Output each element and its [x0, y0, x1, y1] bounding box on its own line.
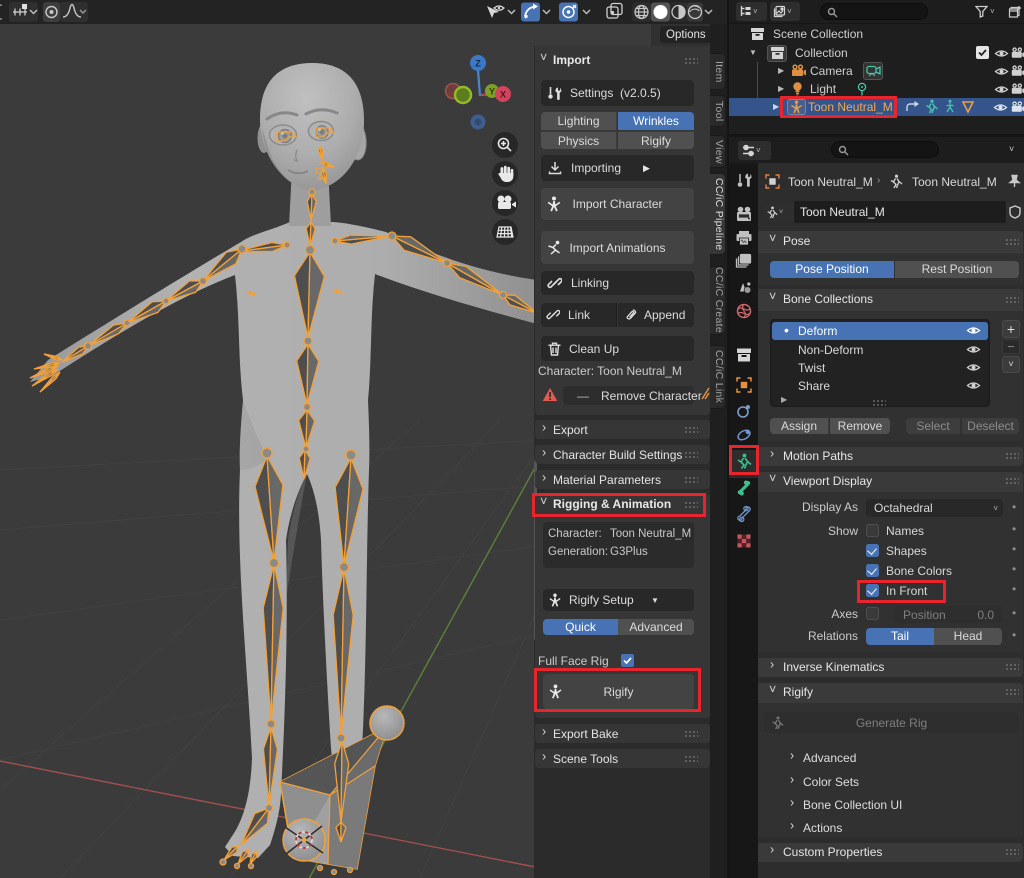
svg-text:Z: Z: [475, 59, 481, 69]
svg-text:X: X: [500, 90, 506, 100]
svg-text:Y: Y: [489, 87, 495, 97]
